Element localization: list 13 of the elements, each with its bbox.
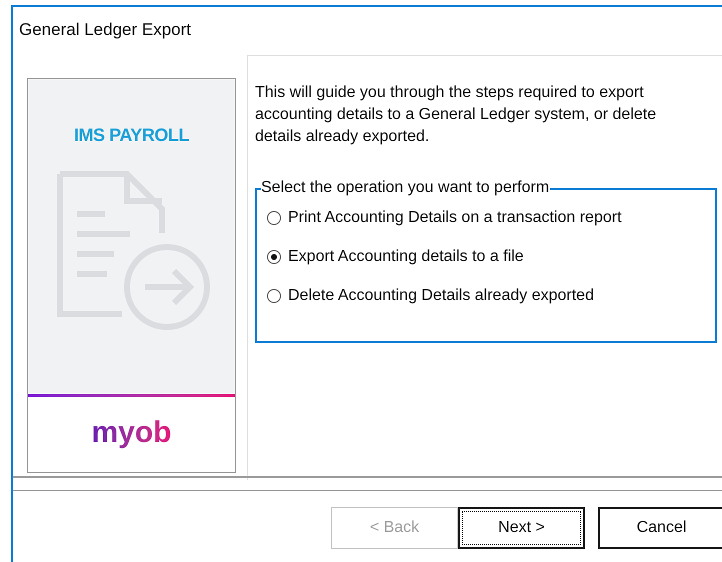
radio-button[interactable] [267,250,281,264]
group-label: Select the operation you want to perform [261,178,550,198]
radio-button[interactable] [267,289,281,303]
intro-text: This will guide you through the steps required to export accounting details to a General Ledger system, or delete details already exported. [255,83,658,147]
radio-label[interactable]: Delete Accounting Details already exported [288,286,594,306]
dialog-button[interactable]: Cancel [598,507,722,549]
radio-label[interactable]: Print Accounting Details on a transaction report [288,208,622,228]
window-title: General Ledger Export [19,19,191,41]
radio-button[interactable] [267,211,281,225]
brand-logo: myob [91,418,172,452]
dialog-button[interactable]: Next > [458,507,585,549]
product-logo: IMS PAYROLL [72,124,190,147]
radio-label[interactable]: Export Accounting details to a file [288,247,524,267]
